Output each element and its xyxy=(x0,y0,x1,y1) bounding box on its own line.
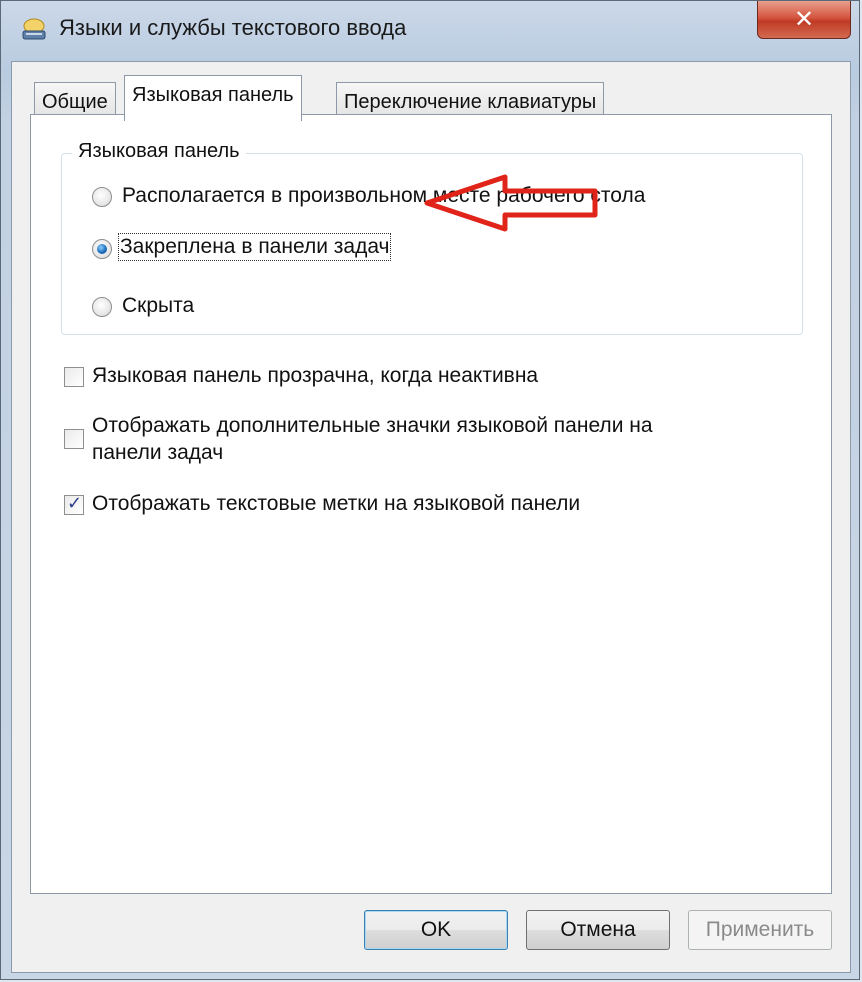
checkbox-transparent[interactable] xyxy=(64,367,84,387)
radio-docked[interactable] xyxy=(92,239,112,259)
checkbox-text-labels-label[interactable]: Отображать текстовые метки на языковой п… xyxy=(92,492,580,516)
window-title: Языки и службы текстового ввода xyxy=(59,15,407,40)
checkbox-transparent-label[interactable]: Языковая панель прозрачна, когда неактив… xyxy=(92,364,538,388)
radio-hidden[interactable] xyxy=(92,297,112,317)
checkbox-text-labels[interactable]: ✓ xyxy=(64,493,84,515)
checkbox-extra-icons-label-line2[interactable]: панели задач xyxy=(92,441,223,465)
close-icon: ✕ xyxy=(793,5,815,33)
title-bar: Языки и службы текстового ввода ✕ xyxy=(1,1,859,61)
checkbox-extra-icons[interactable] xyxy=(64,429,84,449)
tab-general[interactable]: Общие xyxy=(34,82,116,118)
tab-keyboard-switching[interactable]: Переключение клавиатуры xyxy=(336,82,605,118)
dialog-window: Языки и службы текстового ввода ✕ Общие … xyxy=(0,0,860,980)
radio-docked-label[interactable]: Закреплена в панели задач xyxy=(117,233,392,261)
keyboard-icon xyxy=(19,15,49,45)
checkmark-icon: ✓ xyxy=(67,493,83,514)
red-arrow-icon xyxy=(424,174,598,232)
cancel-button[interactable]: Отмена xyxy=(526,910,670,950)
checkbox-extra-icons-label-line1[interactable]: Отображать дополнительные значки языково… xyxy=(92,414,653,438)
tab-language-bar[interactable]: Языковая панель xyxy=(124,75,302,121)
radio-floating[interactable] xyxy=(92,187,112,207)
close-button[interactable]: ✕ xyxy=(757,1,851,39)
ok-button[interactable]: OK xyxy=(364,910,508,950)
radio-hidden-label[interactable]: Скрыта xyxy=(122,294,194,318)
group-title: Языковая панель xyxy=(72,140,246,163)
apply-button[interactable]: Применить xyxy=(688,910,832,950)
